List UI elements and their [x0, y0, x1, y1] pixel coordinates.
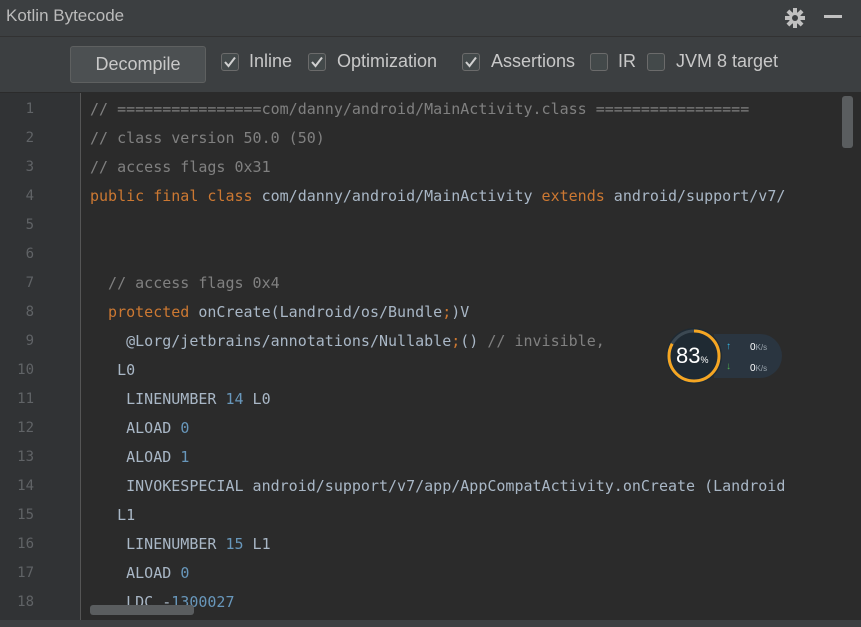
- line-number: 8: [25, 304, 34, 320]
- code-token: // class version 50.0 (50): [90, 129, 325, 147]
- minimize-icon[interactable]: [824, 15, 842, 18]
- code-line[interactable]: L1: [90, 506, 135, 524]
- code-token: 15: [225, 535, 244, 553]
- code-token: ;: [442, 303, 452, 321]
- code-line[interactable]: public final class com/danny/android/Mai…: [90, 187, 785, 205]
- inline-checkbox[interactable]: [221, 53, 239, 71]
- jvm8-target-label[interactable]: JVM 8 target: [676, 51, 778, 72]
- code-token: onCreate(Landroid/os/Bundle: [189, 303, 443, 321]
- code-token: @Lorg/jetbrains/annotations/Nullable: [90, 332, 452, 350]
- inline-label[interactable]: Inline: [249, 51, 292, 72]
- ir-checkbox[interactable]: [590, 53, 608, 71]
- code-token: (): [460, 332, 488, 350]
- upload-speed: 0K/s: [750, 342, 768, 353]
- code-token: public final class: [90, 187, 253, 205]
- code-token: L0: [90, 361, 136, 379]
- code-token: android/support/v7/: [604, 187, 786, 205]
- line-number: 13: [17, 449, 34, 465]
- code-token: ;: [451, 332, 461, 350]
- code-token: ALOAD: [90, 564, 181, 582]
- line-number: 16: [17, 536, 34, 552]
- download-speed: 0K/s: [750, 363, 768, 374]
- code-token: LINENUMBER: [90, 390, 226, 408]
- code-line[interactable]: INVOKESPECIAL android/support/v7/app/App…: [90, 477, 785, 495]
- code-line[interactable]: // ================com/danny/android/Mai…: [90, 100, 749, 118]
- line-number: 5: [25, 217, 34, 233]
- code-token: LINENUMBER: [90, 535, 226, 553]
- line-number: 9: [25, 333, 34, 349]
- decompile-button[interactable]: Decompile: [70, 46, 206, 83]
- gutter-divider: [80, 93, 81, 627]
- line-number: 15: [17, 507, 34, 523]
- download-arrow-icon: ↓: [726, 361, 731, 372]
- line-number: 12: [17, 420, 34, 436]
- line-number: 1: [25, 101, 34, 117]
- code-line[interactable]: // access flags 0x31: [90, 158, 271, 176]
- code-line[interactable]: LINENUMBER 14 L0: [90, 390, 271, 408]
- upload-arrow-icon: ↑: [726, 341, 731, 352]
- code-token: protected: [90, 303, 190, 321]
- line-number: 6: [25, 246, 34, 262]
- code-line[interactable]: protected onCreate(Landroid/os/Bundle;)V: [90, 303, 469, 321]
- network-monitor-widget[interactable]: ↑ 0K/s ↓ 0K/s 83%: [666, 328, 782, 384]
- assertions-checkbox[interactable]: [462, 53, 480, 71]
- code-token: com/danny/android/MainActivity: [252, 187, 542, 205]
- memory-percent: 83%: [676, 343, 709, 368]
- code-token: // access flags 0x31: [90, 158, 271, 176]
- code-token: 0: [180, 419, 190, 437]
- line-number: 2: [25, 130, 34, 146]
- code-token: // invisible,: [487, 332, 614, 350]
- code-line[interactable]: LINENUMBER 15 L1: [90, 535, 271, 553]
- line-number: 4: [25, 188, 34, 204]
- line-number: 14: [17, 478, 34, 494]
- code-token: L1: [90, 506, 136, 524]
- vertical-scrollbar[interactable]: [842, 96, 853, 148]
- code-line[interactable]: // access flags 0x4: [90, 274, 280, 292]
- code-line[interactable]: // class version 50.0 (50): [90, 129, 325, 147]
- code-line[interactable]: ALOAD 1: [90, 448, 189, 466]
- ir-label[interactable]: IR: [618, 51, 636, 72]
- tool-window-title: Kotlin Bytecode: [6, 6, 125, 25]
- optimization-label[interactable]: Optimization: [337, 51, 437, 72]
- jvm8-target-checkbox[interactable]: [647, 53, 665, 71]
- code-token: L0: [243, 390, 271, 408]
- code-token: 1: [180, 448, 190, 466]
- code-token: // access flags 0x4: [90, 274, 280, 292]
- code-line[interactable]: ALOAD 0: [90, 564, 189, 582]
- code-line[interactable]: L0: [90, 361, 135, 379]
- code-token: 14: [225, 390, 244, 408]
- line-number: 17: [17, 565, 34, 581]
- line-number: 3: [25, 159, 34, 175]
- code-token: extends: [541, 187, 605, 205]
- code-token: )V: [451, 303, 470, 321]
- tool-window-header: Kotlin Bytecode: [0, 0, 861, 37]
- code-token: L1: [243, 535, 271, 553]
- bottom-edge: [0, 620, 861, 627]
- code-line[interactable]: ALOAD 0: [90, 419, 189, 437]
- line-number: 10: [17, 362, 34, 378]
- code-token: ALOAD: [90, 419, 181, 437]
- gear-icon[interactable]: [784, 7, 806, 29]
- code-token: INVOKESPECIAL android/support/v7/app/App…: [90, 477, 786, 495]
- line-number: 11: [17, 391, 34, 407]
- line-number: 7: [25, 275, 34, 291]
- code-token: // ================com/danny/android/Mai…: [90, 100, 750, 118]
- memory-gauge: 83%: [666, 328, 722, 384]
- speed-panel: ↑ 0K/s ↓ 0K/s: [714, 334, 782, 378]
- code-token: ALOAD: [90, 448, 181, 466]
- bytecode-toolbar: Decompile Inline Optimization Assertions…: [0, 37, 861, 93]
- assertions-label[interactable]: Assertions: [491, 51, 575, 72]
- code-line[interactable]: @Lorg/jetbrains/annotations/Nullable;() …: [90, 332, 614, 350]
- code-token: 0: [180, 564, 190, 582]
- line-number: 18: [17, 594, 34, 610]
- horizontal-scrollbar[interactable]: [90, 605, 194, 615]
- optimization-checkbox[interactable]: [308, 53, 326, 71]
